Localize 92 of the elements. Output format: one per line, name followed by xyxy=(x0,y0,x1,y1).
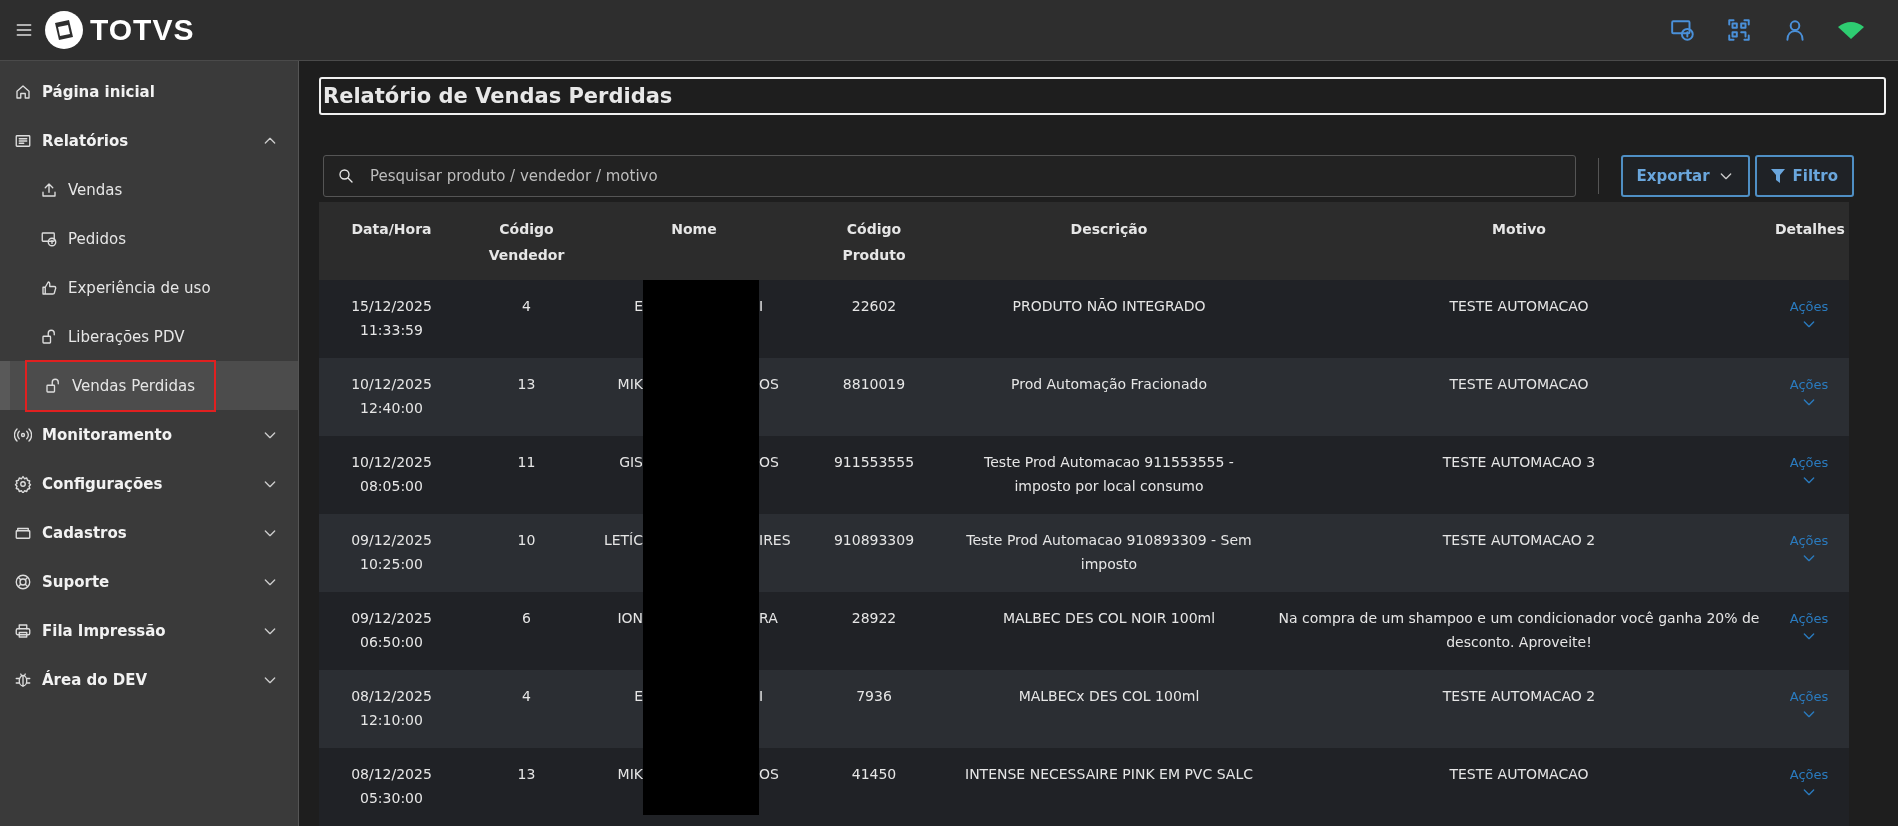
table-cell-text: PRODUTO NÃO INTEGRADO xyxy=(1012,297,1206,316)
wifi-icon xyxy=(1838,20,1864,40)
table-cell-text: TESTE AUTOMACAO 3 xyxy=(1442,453,1596,472)
table-cell-text: 4 xyxy=(522,297,531,316)
table-cell-text: Prod Automação Fracionado xyxy=(1011,375,1207,394)
table-cell-text: 911553555 xyxy=(833,453,915,472)
table-cell-text: TESTE AUTOMACAO xyxy=(1449,765,1589,784)
table-cell-text: 6 xyxy=(522,609,531,628)
actions-link[interactable]: Ações xyxy=(1789,606,1829,644)
table-cell-text: 08/12/2025 05:30:00 xyxy=(350,765,433,808)
table-cell-text: OS xyxy=(759,453,779,472)
column-header: Código Vendedor xyxy=(487,220,566,265)
table-cell-text: 10 xyxy=(517,531,536,550)
table-cell-text: LETÍC xyxy=(603,531,643,550)
table-cell-text: MALBECx DES COL 100ml xyxy=(1018,687,1200,706)
page-title: Relatório de Vendas Perdidas xyxy=(319,77,1886,115)
table-cell-text: ION xyxy=(617,609,643,628)
table-cell-text: RA xyxy=(759,609,778,628)
actions-link[interactable]: Ações xyxy=(1789,762,1829,800)
sidebar-item[interactable]: Cadastros xyxy=(0,508,298,557)
padlock-icon xyxy=(44,376,62,395)
table-cell-text: 15/12/2025 11:33:59 xyxy=(350,297,433,340)
padlock-icon xyxy=(40,327,58,346)
table-cell-text: 8810019 xyxy=(842,375,906,394)
sidebar-subitem[interactable]: Experiência de uso xyxy=(0,263,298,312)
table-cell-text: IRES xyxy=(759,531,791,550)
sidebar-subitem[interactable]: Pedidos xyxy=(0,214,298,263)
sidebar-subitem[interactable]: Vendas xyxy=(0,165,298,214)
table-cell-text: E xyxy=(634,297,643,316)
table-cell-text: 13 xyxy=(517,765,536,784)
sidebar-item[interactable]: Configurações xyxy=(0,459,298,508)
sidebar-subitem[interactable]: Vendas Perdidas xyxy=(0,361,298,410)
column-header: Nome xyxy=(670,220,718,239)
actions-link[interactable]: Ações xyxy=(1789,450,1829,488)
sidebar-item[interactable]: Monitoramento xyxy=(0,410,298,459)
qr-code-icon xyxy=(1726,17,1752,43)
table-cell-text: 28922 xyxy=(851,609,897,628)
table-cell-text: 41450 xyxy=(851,765,897,784)
table-cell-text: Teste Prod Automacao 911553555 - imposto por local consumo xyxy=(983,453,1235,496)
sidebar-item[interactable]: Fila Impressão xyxy=(0,606,298,655)
table-cell-text: 22602 xyxy=(851,297,897,316)
table-cell-text: GIS xyxy=(619,453,643,472)
settings-icon xyxy=(14,474,32,493)
lifebuoy-icon xyxy=(14,572,32,591)
logo-icon xyxy=(44,10,84,50)
brand-name: TOTVS xyxy=(90,13,195,47)
table-cell-text: MIK xyxy=(617,765,643,784)
printer-icon xyxy=(14,621,32,640)
table-cell-text: TESTE AUTOMACAO 2 xyxy=(1442,687,1596,706)
column-header: Descrição xyxy=(1069,220,1149,239)
sidebar-item[interactable]: Página inicial xyxy=(0,67,298,116)
search-field[interactable]: Pesquisar produto / vendedor / motivo xyxy=(323,155,1576,197)
table-cell-text: 910893309 xyxy=(833,531,915,550)
sidebar-item[interactable]: Relatórios xyxy=(0,116,298,165)
table-cell-text: 11 xyxy=(517,453,536,472)
table-cell-text: E xyxy=(634,687,643,706)
table-cell-text: OS xyxy=(759,765,779,784)
sidebar-subitem[interactable]: Liberações PDV xyxy=(0,312,298,361)
bug-icon xyxy=(14,670,32,689)
table-cell-text: I xyxy=(759,687,764,706)
table-cell-text: 7936 xyxy=(856,687,892,706)
money-icon xyxy=(40,229,58,248)
table-cell-text: 4 xyxy=(522,687,531,706)
table-cell-text: Na compra de um shampoo e um condicionador você ganha 20% de desconto. Aproveite! xyxy=(1277,609,1761,652)
money-icon xyxy=(1670,17,1696,43)
sidebar-item[interactable]: Área do DEV xyxy=(0,655,298,704)
column-header: Detalhes xyxy=(1774,220,1846,239)
table-cell-text: 09/12/2025 06:50:00 xyxy=(350,609,433,652)
funnel-icon xyxy=(1770,169,1785,183)
actions-link[interactable]: Ações xyxy=(1789,294,1829,332)
table-cell-text: 08/12/2025 12:10:00 xyxy=(350,687,433,730)
table-cell-text: 13 xyxy=(517,375,536,394)
export-button[interactable]: Exportar xyxy=(1620,155,1750,197)
column-header: Código Produto xyxy=(841,220,907,265)
sidebar-item[interactable]: Suporte xyxy=(0,557,298,606)
column-header: Motivo xyxy=(1491,220,1547,239)
table-cell-text: 10/12/2025 12:40:00 xyxy=(350,375,433,418)
thumbs-up-icon xyxy=(40,278,58,297)
table-cell-text: TESTE AUTOMACAO xyxy=(1449,297,1589,316)
filter-button[interactable]: Filtro xyxy=(1754,155,1854,197)
table-cell-text: Teste Prod Automacao 910893309 - Sem imposto xyxy=(965,531,1253,574)
table-cell-text: OS xyxy=(759,375,779,394)
table-cell-text: I xyxy=(759,297,764,316)
table-cell-text: MIK xyxy=(617,375,643,394)
table-cell-text: TESTE AUTOMACAO xyxy=(1449,375,1589,394)
table-cell-text: INTENSE NECESSAIRE PINK EM PVC SALC xyxy=(965,765,1253,784)
table-cell-text: MALBEC DES COL NOIR 100ml xyxy=(1002,609,1216,628)
column-header: Data/Hora xyxy=(350,220,433,239)
upload-icon xyxy=(40,180,58,199)
table-cell-text: 10/12/2025 08:05:00 xyxy=(350,453,433,496)
table-cell-text: 09/12/2025 10:25:00 xyxy=(350,531,433,574)
table-cell-text: TESTE AUTOMACAO 2 xyxy=(1442,531,1596,550)
